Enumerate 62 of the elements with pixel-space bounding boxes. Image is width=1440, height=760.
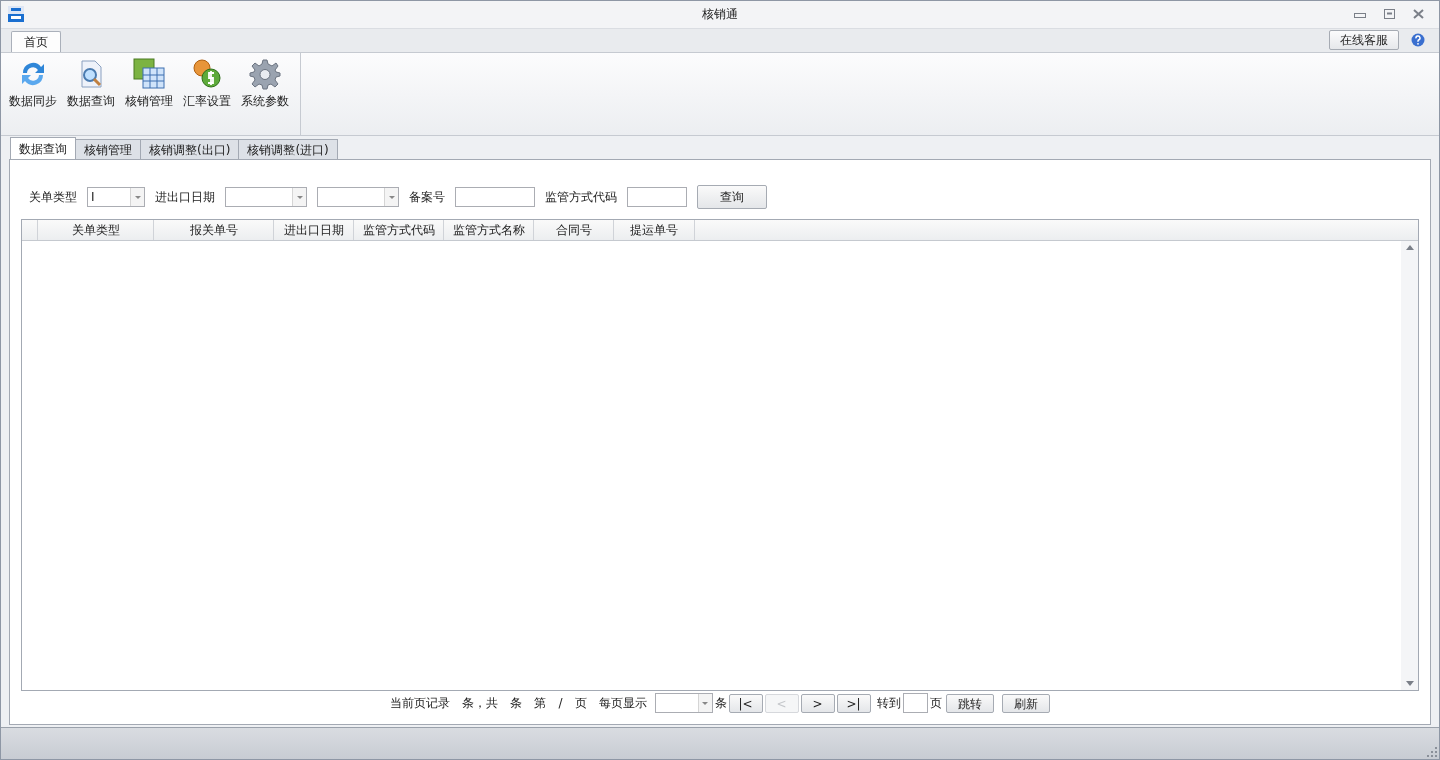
combo-box[interactable] <box>225 187 307 208</box>
page-nav-button[interactable]: |< <box>728 693 763 713</box>
goto-unit: 页 <box>929 695 942 713</box>
filter-label: 备案号 <box>409 189 445 207</box>
pager-unit: 条 <box>714 695 727 713</box>
column-header[interactable]: 监管方式名称 <box>444 220 534 241</box>
document-tab[interactable]: 核销调整(进口) <box>238 139 338 160</box>
column-header[interactable]: 报关单号 <box>154 220 274 241</box>
page-nav-button[interactable]: > <box>800 693 835 713</box>
spreadsheet-icon <box>132 58 166 91</box>
app-logo-icon <box>8 6 24 23</box>
pager-text: 条，共 <box>462 695 499 713</box>
coins-icon <box>191 58 223 91</box>
filter-label: 进出口日期 <box>155 189 215 207</box>
dropdown-caret-icon <box>388 195 395 199</box>
scrollbar[interactable] <box>1401 241 1418 691</box>
minimize-icon[interactable] <box>1354 10 1366 19</box>
scroll-down-icon[interactable] <box>1405 681 1414 687</box>
filter-label: 关单类型 <box>29 189 77 207</box>
text-field[interactable] <box>627 187 687 208</box>
pager-text: 第 <box>534 695 547 713</box>
scroll-up-icon[interactable] <box>1405 245 1414 251</box>
column-header[interactable]: 进出口日期 <box>274 220 354 241</box>
filter-label: 监管方式代码 <box>545 189 617 207</box>
refresh-button[interactable]: 刷新 <box>1001 693 1050 713</box>
ribbon-button[interactable]: 数据查询 <box>64 58 118 111</box>
pager-text: 当前页记录 <box>390 695 451 713</box>
ribbon-button[interactable]: 核销管理 <box>122 58 176 111</box>
pager-text: / <box>558 695 563 713</box>
dropdown-caret-icon <box>134 195 141 199</box>
pager-text: 页 <box>574 695 587 713</box>
gear-icon <box>249 58 281 91</box>
document-tab[interactable]: 核销调整(出口) <box>140 139 240 160</box>
close-icon[interactable] <box>1413 9 1424 20</box>
help-icon[interactable] <box>1411 33 1425 48</box>
column-header[interactable]: 提运单号 <box>614 220 695 241</box>
query-button[interactable]: 查询 <box>697 185 767 210</box>
jump-button[interactable]: 跳转 <box>945 693 994 713</box>
combo-box[interactable]: I <box>87 187 145 208</box>
maximize-icon[interactable] <box>1384 9 1395 20</box>
online-service-button[interactable]: 在线客服 <box>1329 30 1399 51</box>
document-tab[interactable]: 数据查询 <box>10 137 76 160</box>
ribbon-button[interactable]: 系统参数 <box>238 58 292 111</box>
column-header[interactable]: 监管方式代码 <box>354 220 444 241</box>
pager-text: 每页显示 <box>598 695 647 713</box>
document-tab[interactable]: 核销管理 <box>75 139 141 160</box>
column-header[interactable]: 合同号 <box>534 220 614 241</box>
combo-box[interactable] <box>317 187 399 208</box>
dropdown-caret-icon <box>702 701 708 705</box>
page-number-field[interactable] <box>902 693 928 714</box>
combo-box[interactable] <box>654 693 713 714</box>
ribbon-button[interactable]: 数据同步 <box>6 58 60 111</box>
dropdown-caret-icon <box>296 195 303 199</box>
pager-text: 条 <box>510 695 523 713</box>
page-nav-button[interactable]: >| <box>836 693 871 713</box>
column-header[interactable]: 关单类型 <box>38 220 154 241</box>
resize-grip-icon[interactable] <box>1427 747 1437 757</box>
ribbon-button[interactable]: 汇率设置 <box>180 58 234 111</box>
ribbon-tab[interactable]: 首页 <box>11 31 61 53</box>
window-title: 核销通 <box>702 6 738 24</box>
text-field[interactable] <box>455 187 535 208</box>
goto-label: 转到 <box>876 695 901 713</box>
